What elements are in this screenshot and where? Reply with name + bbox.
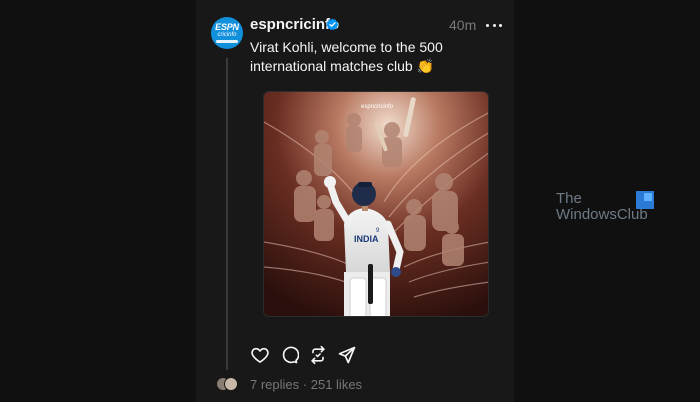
likes-count[interactable]: 251 likes	[311, 377, 362, 392]
avatar-swoosh	[216, 40, 238, 43]
dot	[499, 23, 502, 27]
heart-icon[interactable]	[250, 345, 270, 365]
site-watermark: The WindowsClub	[556, 191, 666, 231]
avatar-espn-text: ESPN	[215, 22, 239, 32]
watermark-line2: WindowsClub	[556, 206, 648, 223]
image-watermark: espncricinfo	[361, 104, 394, 110]
post-text: Virat Kohli, welcome to the 500 internat…	[250, 39, 443, 74]
post-image-artwork: espncricinfo INDIA 9	[264, 92, 488, 316]
post-stats: 7 replies · 251 likes	[250, 377, 362, 392]
reply-avatars[interactable]	[216, 376, 240, 392]
avatar-cricinfo-text: cricinfo	[217, 32, 237, 38]
reply-avatar	[224, 377, 238, 391]
replies-count[interactable]: 7 replies	[250, 377, 299, 392]
repost-icon[interactable]	[308, 345, 328, 365]
dot	[492, 23, 496, 27]
verified-badge-icon	[326, 18, 339, 31]
dot	[486, 23, 489, 27]
stats-separator: ·	[302, 377, 308, 392]
jersey-text: INDIA	[354, 234, 379, 244]
profile-avatar[interactable]: ESPN cricinfo	[211, 17, 243, 49]
watermark-logo-icon	[636, 191, 654, 209]
post-image[interactable]: espncricinfo INDIA 9	[263, 91, 489, 317]
share-icon[interactable]	[337, 345, 357, 365]
thread-line	[226, 58, 228, 370]
comment-icon[interactable]	[279, 345, 299, 365]
post-timestamp: 40m	[449, 17, 477, 33]
more-options-button[interactable]	[486, 18, 502, 32]
